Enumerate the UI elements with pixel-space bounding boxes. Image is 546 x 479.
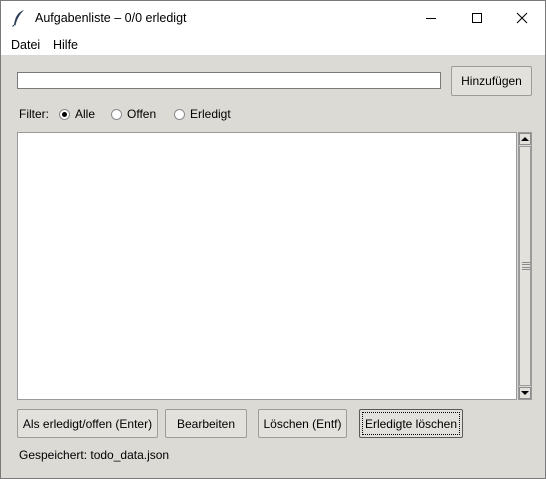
scroll-thumb[interactable] [519,146,531,386]
add-button[interactable]: Hinzufügen [451,66,532,96]
maximize-icon [472,13,482,23]
scroll-down-button[interactable] [519,387,531,399]
edit-button[interactable]: Bearbeiten [165,409,247,438]
radio-label: Erledigt [190,107,231,121]
task-list[interactable] [17,132,517,400]
feather-icon [12,10,24,27]
menu-bar: Datei Hilfe [1,35,545,56]
main-panel: Hinzufügen Filter: Alle Offen Erledigt A… [1,56,545,478]
filter-radio-erledigt[interactable]: Erledigt [174,107,231,121]
radio-indicator [59,108,70,120]
filter-radio-alle[interactable]: Alle [59,107,95,121]
scroll-up-button[interactable] [519,133,531,145]
window-title: Aufgabenliste – 0/0 erledigt [35,11,187,25]
app-window: Aufgabenliste – 0/0 erledigt Datei Hilfe… [0,0,546,479]
radio-label: Offen [127,107,157,121]
menu-datei[interactable]: Datei [11,38,40,52]
grip-icon [522,262,530,270]
minimize-button[interactable] [408,1,454,35]
arrow-up-icon [521,137,529,141]
delete-button[interactable]: Löschen (Entf) [258,409,347,438]
status-text: Gespeichert: todo_data.json [19,448,170,462]
close-button[interactable] [499,1,545,35]
clear-done-label: Erledigte löschen [364,416,458,431]
close-icon [516,12,528,24]
maximize-button[interactable] [454,1,500,35]
radio-indicator [174,108,185,120]
arrow-down-icon [521,391,529,395]
menu-hilfe[interactable]: Hilfe [53,38,78,52]
radio-indicator [111,108,122,120]
toggle-done-button[interactable]: Als erledigt/offen (Enter) [17,409,158,438]
task-list-scrollbar[interactable] [518,132,532,400]
clear-done-button[interactable]: Erledigte löschen [359,409,463,438]
task-input[interactable] [17,72,441,89]
radio-label: Alle [75,107,96,121]
filter-radio-offen[interactable]: Offen [111,107,156,121]
filter-label: Filter: [19,107,49,121]
minimize-icon [426,18,436,19]
title-bar[interactable]: Aufgabenliste – 0/0 erledigt [1,1,545,35]
